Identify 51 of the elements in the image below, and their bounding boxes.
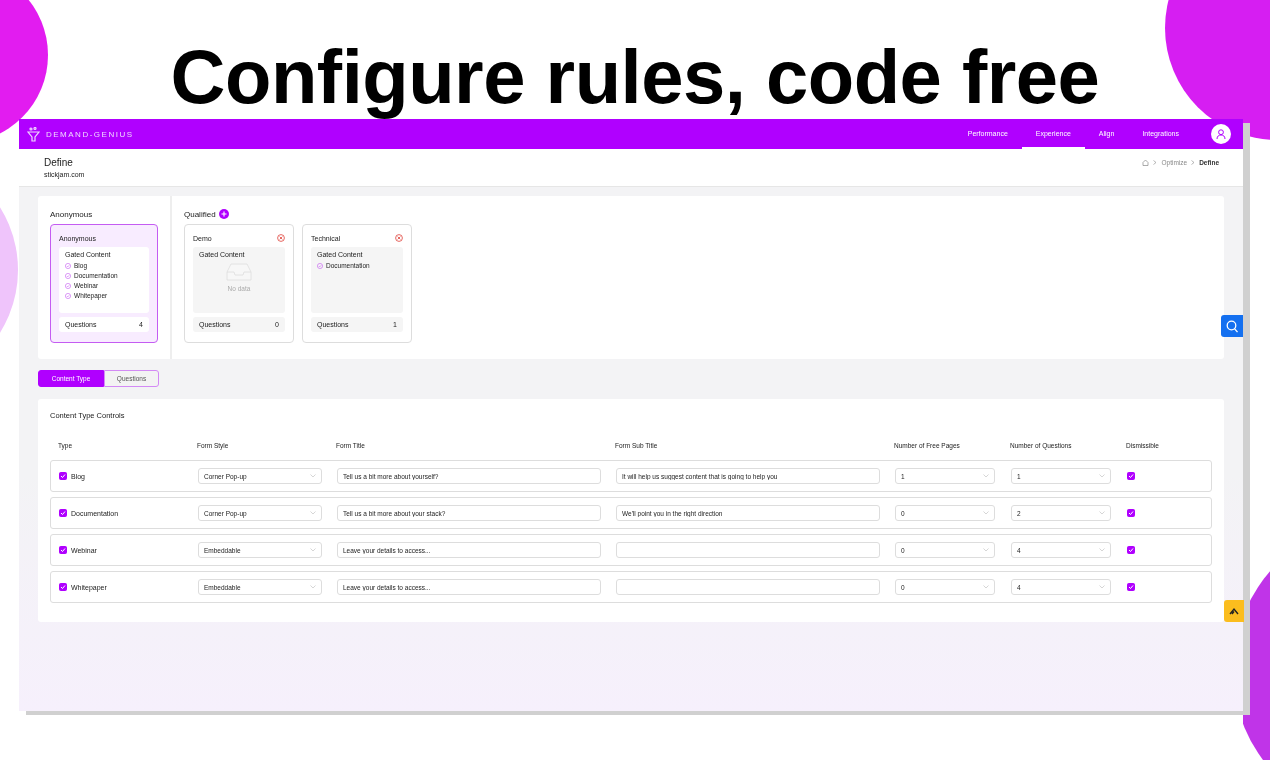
page-title: Define: [44, 157, 74, 168]
check-icon: [60, 547, 66, 553]
section-heading: Anonymous: [50, 209, 93, 219]
check-icon: [1128, 584, 1134, 590]
check-circle-icon: [65, 262, 71, 269]
checkbox[interactable]: [59, 546, 67, 554]
check-icon: [1128, 547, 1134, 553]
add-button[interactable]: [218, 209, 229, 219]
check-icon: [60, 584, 66, 590]
checkbox[interactable]: [1127, 546, 1135, 554]
chevron-down-icon: [1099, 548, 1105, 552]
check-circle-icon: [65, 292, 71, 299]
check-icon: [60, 473, 66, 479]
chevron-down-icon: [310, 548, 316, 552]
chevron-down-icon: [983, 548, 989, 552]
text-field[interactable]: [616, 579, 880, 595]
avatar-button[interactable]: [1211, 124, 1231, 144]
chevron-down-icon: [310, 474, 316, 478]
funnel-icon: [27, 126, 40, 142]
chevron-down-icon: [1099, 474, 1105, 478]
check-icon: [60, 510, 66, 516]
check-circle-icon: [65, 282, 71, 289]
collapse-button[interactable]: [1224, 600, 1244, 622]
chevron-down-icon: [310, 585, 316, 589]
chevron-down-icon: [983, 585, 989, 589]
checkbox[interactable]: [59, 509, 67, 517]
checkbox[interactable]: [1127, 472, 1135, 480]
check-circle-icon: [317, 262, 323, 269]
text-field[interactable]: [616, 542, 880, 558]
checkbox[interactable]: [59, 472, 67, 480]
brand-name: DEMAND-GENIUS: [46, 129, 134, 139]
check-icon: [1128, 510, 1134, 516]
chevron-down-icon: [983, 511, 989, 515]
chevron-icon: [1153, 160, 1158, 165]
checkbox[interactable]: [1127, 509, 1135, 517]
user-icon: [1216, 129, 1226, 139]
chevron-down-icon: [310, 511, 316, 515]
chevron-up-icon: [1229, 607, 1239, 615]
chevron-down-icon: [1099, 585, 1105, 589]
headline: Configure rules, code free: [169, 33, 1101, 119]
checkbox[interactable]: [59, 583, 67, 591]
check-circle-icon: [65, 272, 71, 279]
chevron-down-icon: [983, 474, 989, 478]
search-icon: [1226, 319, 1238, 333]
section-heading: Qualified: [184, 209, 216, 219]
chevron-down-icon: [1099, 511, 1105, 515]
home-icon: [1142, 159, 1150, 166]
search-help-button[interactable]: [1221, 315, 1243, 337]
chevron-icon: [1191, 160, 1196, 165]
check-icon: [1128, 473, 1134, 479]
checkbox[interactable]: [1127, 583, 1135, 591]
